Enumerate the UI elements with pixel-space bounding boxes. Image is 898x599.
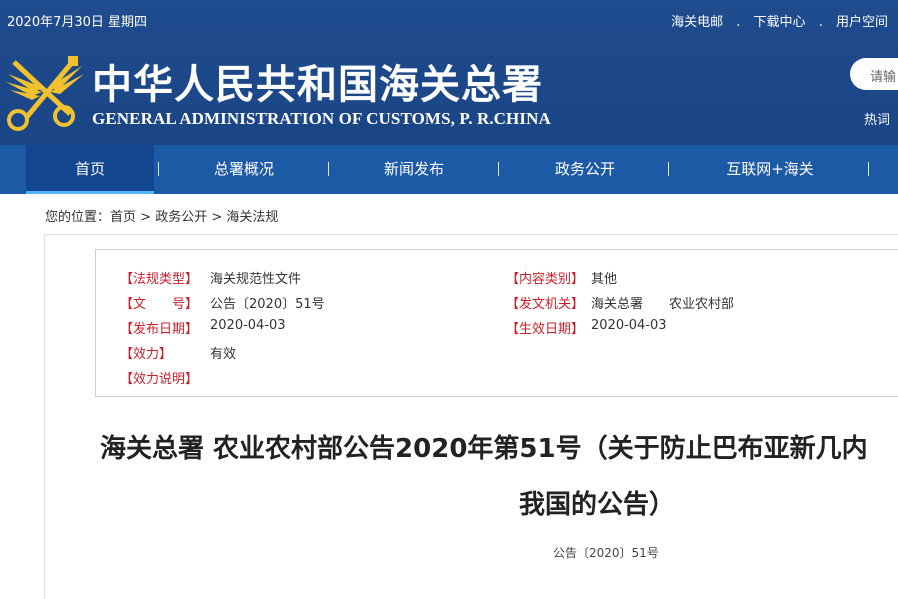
search-placeholder: 请输 (870, 70, 897, 85)
breadcrumb-item-home[interactable]: 首页 (110, 210, 136, 225)
meta-value-regulation-type: 海关规范性文件 (210, 272, 302, 287)
meta-value-publish-date: 2020-04-03 (210, 318, 286, 333)
article-document-number: 公告〔2020〕51号 (553, 546, 659, 560)
meta-label-publish-date: 【发布日期】 (120, 322, 199, 337)
meta-value-validity: 有效 (210, 347, 237, 362)
top-links: 海关电邮 . 下载中心 . 用户空间 (671, 11, 888, 30)
meta-label-validity: 【效力】 (120, 347, 173, 362)
breadcrumb: 您的位置：首页 > 政务公开 > 海关法规 (45, 206, 278, 225)
header-topbar: 2020年7月30日 星期四 海关电邮 . 下载中心 . 用户空间 (0, 0, 898, 40)
hot-words-label: 热词 (864, 113, 891, 128)
search-input[interactable]: 请输 (850, 58, 898, 90)
nav-item-internet-customs[interactable]: 互联网+海关 (690, 145, 850, 194)
nav-item-news[interactable]: 新闻发布 (350, 145, 478, 194)
breadcrumb-item-government-affairs[interactable]: 政务公开 (155, 210, 207, 225)
meta-value-content-category: 其他 (591, 272, 618, 287)
site-header: 2020年7月30日 星期四 海关电邮 . 下载中心 . 用户空间 中华人民共和… (0, 0, 898, 145)
meta-label-document-number: 【文 号】 (120, 297, 199, 312)
site-title-english[interactable]: GENERAL ADMINISTRATION OF CUSTOMS, P. R.… (92, 109, 551, 129)
customs-emblem-icon[interactable] (4, 52, 86, 132)
top-link-separator: . (818, 15, 823, 30)
top-link-email[interactable]: 海关电邮 (671, 15, 723, 30)
meta-label-content-category: 【内容类别】 (506, 272, 585, 287)
meta-label-effective-date: 【生效日期】 (506, 322, 585, 337)
top-link-user-space[interactable]: 用户空间 (836, 15, 888, 30)
nav-separator (668, 162, 669, 176)
site-title-chinese[interactable]: 中华人民共和国海关总署 (92, 52, 543, 110)
breadcrumb-prefix: 您的位置： (45, 210, 111, 225)
nav-item-overview[interactable]: 总署概况 (180, 145, 308, 194)
breadcrumb-item-customs-regulations[interactable]: 海关法规 (226, 210, 278, 225)
article-title: 海关总署 农业农村部公告2020年第51号（关于防止巴布亚新几内 (100, 434, 868, 464)
nav-separator (498, 162, 499, 176)
meta-value-effective-date: 2020-04-03 (591, 318, 667, 333)
meta-value-issuing-authority: 海关总署 农业农村部 (591, 297, 735, 312)
breadcrumb-separator: > (140, 210, 152, 225)
meta-value-document-number: 公告〔2020〕51号 (210, 297, 325, 312)
meta-label-issuing-authority: 【发文机关】 (506, 297, 585, 312)
current-date: 2020年7月30日 星期四 (7, 15, 148, 30)
top-link-separator: . (736, 15, 741, 30)
nav-separator (868, 162, 869, 176)
article-title-continued: 我国的公告） (519, 490, 676, 520)
meta-label-validity-note: 【效力说明】 (120, 372, 199, 387)
meta-label-regulation-type: 【法规类型】 (120, 272, 199, 287)
top-link-download[interactable]: 下载中心 (754, 15, 806, 30)
nav-item-home[interactable]: 首页 (26, 145, 154, 194)
main-nav: 首页 总署概况 新闻发布 政务公开 互联网+海关 (0, 145, 898, 194)
nav-item-government-affairs[interactable]: 政务公开 (521, 145, 649, 194)
breadcrumb-separator: > (211, 210, 223, 225)
nav-separator (328, 162, 329, 176)
nav-separator (158, 162, 159, 176)
